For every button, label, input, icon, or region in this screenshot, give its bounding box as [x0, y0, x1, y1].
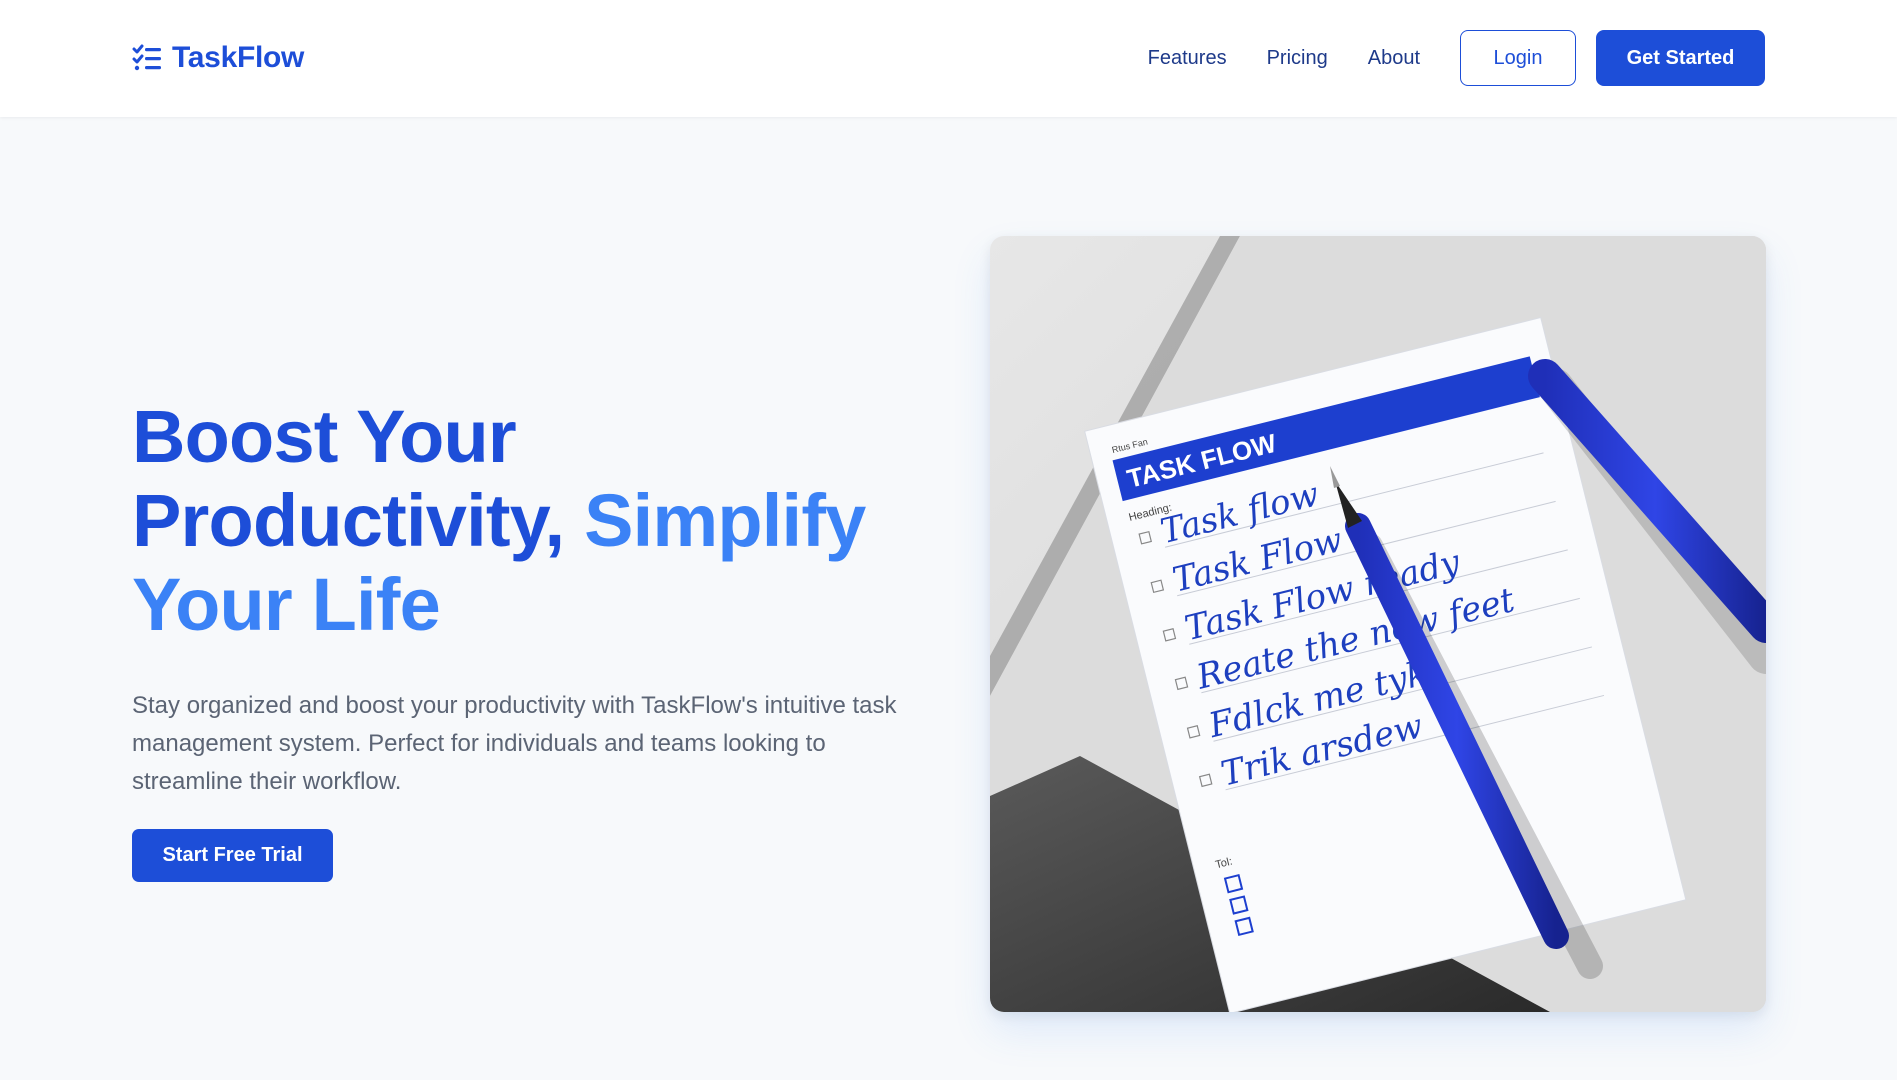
nav-link-pricing[interactable]: Pricing: [1267, 47, 1328, 70]
site-header: TaskFlow Features Pricing About Login Ge…: [0, 0, 1897, 117]
brand-name: TaskFlow: [172, 41, 305, 74]
nav-link-features[interactable]: Features: [1148, 47, 1227, 70]
headline-part-1: Boost Your: [132, 395, 517, 478]
headline-accent: Simplify: [584, 479, 866, 562]
hero-description: Stay organized and boost your productivi…: [132, 692, 897, 795]
headline-part-2: Productivity,: [132, 479, 565, 562]
login-button[interactable]: Login: [1460, 30, 1576, 86]
headline-part-3: Your Life: [132, 563, 441, 646]
hero-section: Boost Your Productivity, Simplify Your L…: [132, 395, 932, 882]
start-free-trial-button[interactable]: Start Free Trial: [132, 829, 333, 882]
brand-logo[interactable]: TaskFlow: [132, 38, 304, 78]
main-nav: Features Pricing About Login Get Started: [1148, 30, 1765, 86]
hero-image: TASK FLOW Rtus Fan Heading: Task flow Ta…: [990, 236, 1766, 1012]
task-list-photo: TASK FLOW Rtus Fan Heading: Task flow Ta…: [990, 236, 1766, 1012]
get-started-button[interactable]: Get Started: [1596, 30, 1765, 86]
checklist-icon: [132, 44, 161, 71]
nav-link-about[interactable]: About: [1368, 47, 1420, 70]
hero-headline: Boost Your Productivity, Simplify Your L…: [132, 395, 932, 647]
